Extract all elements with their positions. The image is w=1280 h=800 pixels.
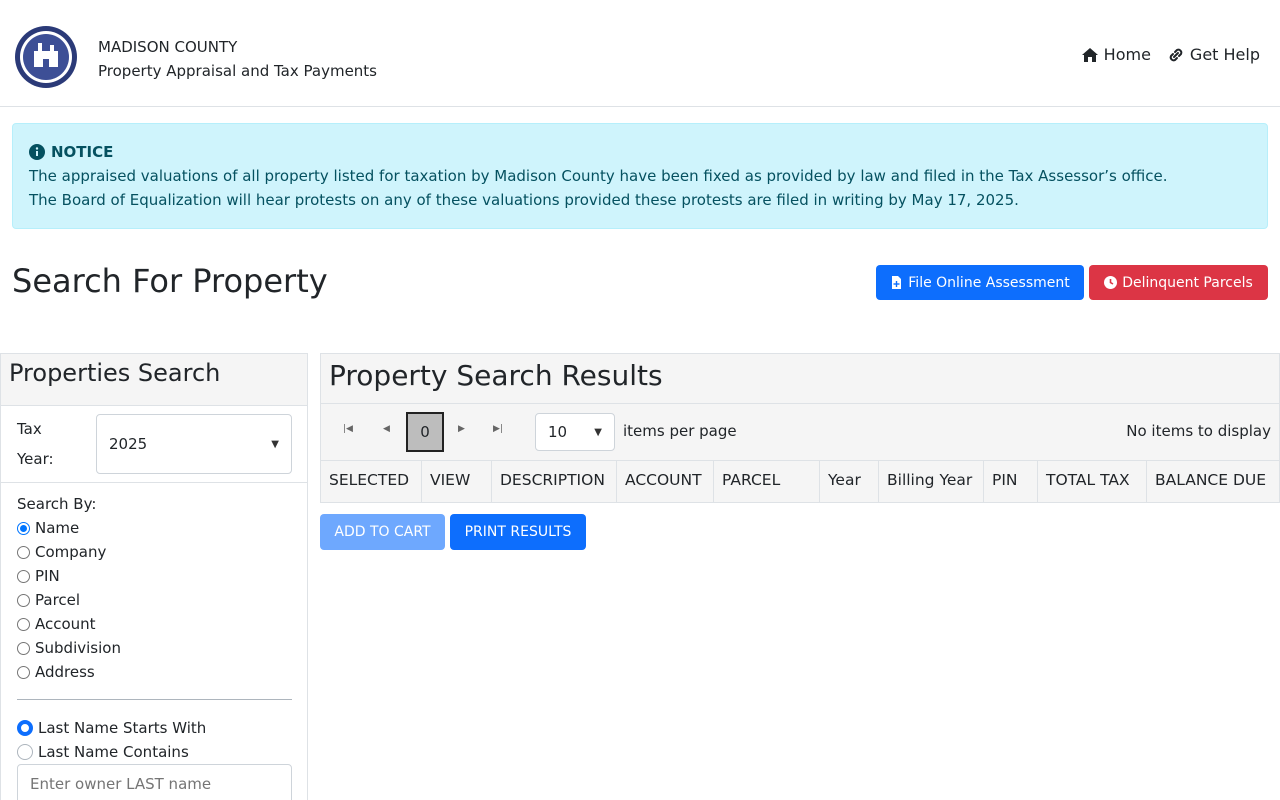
notice-line-1: The appraised valuations of all property… — [29, 167, 1168, 185]
delinquent-parcels-button[interactable]: Delinquent Parcels — [1089, 265, 1268, 300]
page-size-value: 10 — [548, 423, 568, 441]
radio-unchecked[interactable] — [17, 569, 30, 583]
divider — [1, 482, 307, 483]
radio-unchecked[interactable] — [17, 665, 30, 679]
current-page-button[interactable]: 0 — [406, 412, 444, 452]
divider — [17, 699, 292, 700]
file-online-assessment-label: File Online Assessment — [908, 274, 1070, 291]
search-by-option-account[interactable]: Account — [17, 612, 121, 636]
radio-checked[interactable] — [17, 720, 33, 736]
items-per-page-label: items per page — [623, 422, 737, 440]
no-items-label: No items to display — [1126, 422, 1271, 440]
site-subtitle: Property Appraisal and Tax Payments — [98, 62, 378, 80]
brand-block: MADISON COUNTY Property Appraisal and Ta… — [98, 35, 377, 83]
info-circle-icon — [29, 144, 45, 160]
column-header-description[interactable]: DESCRIPTION — [492, 461, 617, 502]
option-label: Company — [35, 543, 107, 561]
get-help-link[interactable]: Get Help — [1167, 45, 1260, 64]
search-by-group: Search By: Name Company PIN Parcel Accou… — [17, 492, 121, 684]
next-page-icon[interactable]: ▶ — [458, 424, 465, 434]
delinquent-parcels-label: Delinquent Parcels — [1122, 274, 1253, 291]
file-plus-icon — [892, 276, 902, 289]
owner-last-name-input[interactable] — [17, 764, 292, 800]
option-label: PIN — [35, 567, 60, 585]
search-by-option-parcel[interactable]: Parcel — [17, 588, 121, 612]
clock-icon — [1104, 276, 1118, 289]
notice-title: NOTICE — [51, 143, 114, 161]
property-search-results-panel: Property Search Results |◀ ◀ 0 ▶ ▶| 10 ▼… — [320, 353, 1280, 503]
county-seal-icon[interactable] — [14, 25, 78, 89]
prev-page-icon[interactable]: ◀ — [383, 424, 390, 434]
radio-unchecked[interactable] — [17, 617, 30, 631]
results-title: Property Search Results — [321, 354, 1279, 404]
home-link[interactable]: Home — [1081, 45, 1151, 64]
last-page-icon[interactable]: ▶| — [493, 424, 503, 434]
page-size-select[interactable]: 10 ▼ — [535, 413, 615, 451]
option-label: Address — [35, 663, 95, 681]
radio-unchecked[interactable] — [17, 744, 33, 760]
print-results-button[interactable]: PRINT RESULTS — [450, 514, 586, 550]
radio-checked[interactable] — [17, 521, 30, 535]
link-icon — [1169, 48, 1183, 61]
match-option-contains[interactable]: Last Name Contains — [17, 740, 206, 764]
caret-down-icon: ▼ — [271, 438, 279, 450]
tax-year-value: 2025 — [109, 435, 148, 453]
search-by-label: Search By: — [17, 495, 97, 513]
option-label: Account — [35, 615, 96, 633]
option-label: Subdivision — [35, 639, 121, 657]
top-header: MADISON COUNTY Property Appraisal and Ta… — [0, 0, 1280, 107]
search-by-option-company[interactable]: Company — [17, 540, 121, 564]
name-match-group: Last Name Starts With Last Name Contains — [17, 716, 206, 764]
properties-search-panel: Properties Search Tax Year: 2025 ▼ Searc… — [0, 353, 308, 800]
column-header-selected[interactable]: SELECTED — [321, 461, 422, 502]
radio-unchecked[interactable] — [17, 641, 30, 655]
search-by-option-name[interactable]: Name — [17, 516, 121, 540]
first-page-icon[interactable]: |◀ — [343, 424, 353, 434]
add-to-cart-button[interactable]: ADD TO CART — [320, 514, 445, 550]
results-table-header: SELECTED VIEW DESCRIPTION ACCOUNT PARCEL… — [321, 461, 1279, 502]
pager: |◀ ◀ 0 ▶ ▶| 10 ▼ items per page No items… — [321, 404, 1279, 461]
county-name: MADISON COUNTY — [98, 38, 238, 56]
properties-search-title: Properties Search — [1, 354, 307, 406]
notice-alert: NOTICE The appraised valuations of all p… — [12, 123, 1268, 229]
column-header-billing-year[interactable]: Billing Year — [879, 461, 984, 502]
get-help-label: Get Help — [1189, 45, 1260, 64]
file-online-assessment-button[interactable]: File Online Assessment — [876, 265, 1084, 300]
home-icon — [1081, 47, 1098, 62]
column-header-account[interactable]: ACCOUNT — [617, 461, 714, 502]
option-label: Last Name Starts With — [38, 719, 207, 737]
tax-year-select[interactable]: 2025 ▼ — [96, 414, 292, 474]
column-header-view[interactable]: VIEW — [422, 461, 492, 502]
radio-unchecked[interactable] — [17, 545, 30, 559]
column-header-parcel[interactable]: PARCEL — [714, 461, 820, 502]
home-label: Home — [1103, 45, 1151, 64]
search-by-option-subdivision[interactable]: Subdivision — [17, 636, 121, 660]
search-by-option-pin[interactable]: PIN — [17, 564, 121, 588]
radio-unchecked[interactable] — [17, 593, 30, 607]
option-label: Last Name Contains — [38, 743, 189, 761]
column-header-pin[interactable]: PIN — [984, 461, 1038, 502]
search-by-option-address[interactable]: Address — [17, 660, 121, 684]
caret-down-icon: ▼ — [594, 426, 602, 438]
tax-year-label-line1: Tax — [17, 420, 42, 438]
column-header-balance-due[interactable]: BALANCE DUE — [1147, 461, 1279, 502]
tax-year-label-line2: Year: — [17, 450, 54, 468]
page-title: Search For Property — [12, 262, 328, 300]
notice-line-2: The Board of Equalization will hear prot… — [29, 191, 1019, 209]
option-label: Parcel — [35, 591, 81, 609]
notice-title-row: NOTICE — [29, 140, 1251, 164]
match-option-starts-with[interactable]: Last Name Starts With — [17, 716, 206, 740]
tax-year-label: Tax Year: — [17, 414, 87, 474]
option-label: Name — [35, 519, 80, 537]
top-nav: Home Get Help — [1081, 45, 1260, 64]
column-header-year[interactable]: Year — [820, 461, 879, 502]
column-header-total-tax[interactable]: TOTAL TAX — [1038, 461, 1147, 502]
